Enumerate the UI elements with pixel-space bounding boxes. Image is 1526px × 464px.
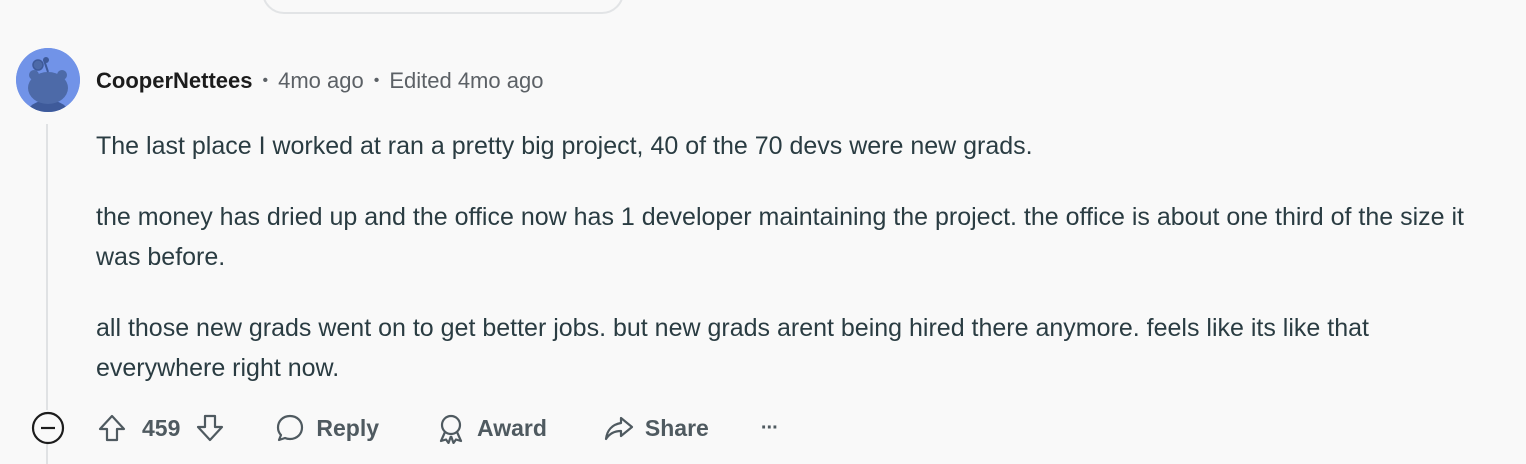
comment-body: The last place I worked at ran a pretty … bbox=[96, 126, 1496, 419]
share-label: Share bbox=[644, 414, 709, 441]
snoo-avatar-icon bbox=[16, 48, 80, 112]
award-icon bbox=[439, 414, 463, 444]
collapse-icon[interactable] bbox=[30, 410, 66, 446]
share-button[interactable]: Share bbox=[603, 412, 709, 444]
upvote-icon[interactable] bbox=[96, 412, 128, 444]
reply-icon bbox=[277, 414, 304, 442]
comment-actions: 459 Reply Award Share ··· bbox=[30, 408, 779, 448]
award-label: Award bbox=[477, 414, 547, 441]
meta-separator: • bbox=[373, 72, 380, 89]
thread-line[interactable] bbox=[46, 124, 48, 410]
author-name[interactable]: CooperNettees bbox=[96, 68, 252, 94]
share-icon bbox=[604, 416, 634, 441]
more-options-button[interactable]: ··· bbox=[761, 417, 779, 440]
meta-separator: • bbox=[262, 72, 269, 89]
vote-score: 459 bbox=[142, 414, 181, 441]
edited-time: Edited 4mo ago bbox=[389, 68, 544, 93]
comment-paragraph: the money has dried up and the office no… bbox=[96, 203, 1465, 271]
reply-button[interactable]: Reply bbox=[274, 412, 379, 444]
comment-paragraph: all those new grads went on to get bette… bbox=[96, 314, 1369, 382]
award-button[interactable]: Award bbox=[435, 412, 547, 444]
comment-meta: CooperNettees • 4mo ago • Edited 4mo ago bbox=[96, 66, 543, 96]
downvote-icon[interactable] bbox=[194, 412, 226, 444]
avatar[interactable] bbox=[16, 48, 80, 112]
reply-label: Reply bbox=[316, 414, 380, 441]
previous-element-pill bbox=[262, 0, 624, 14]
post-time: 4mo ago bbox=[278, 68, 364, 93]
comment-paragraph: The last place I worked at ran a pretty … bbox=[96, 132, 1033, 160]
